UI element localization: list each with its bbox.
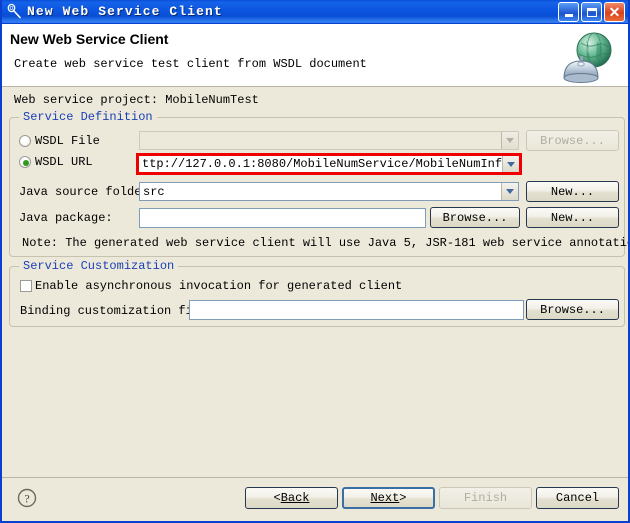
cancel-button[interactable]: Cancel	[536, 487, 619, 509]
back-button-label: Back	[280, 491, 310, 505]
window-controls: ✕	[558, 2, 625, 22]
radio-indicator-wsdl-file	[19, 135, 31, 147]
maximize-icon	[586, 7, 597, 17]
back-button[interactable]: < Back	[245, 487, 338, 509]
service-customization-title: Service Customization	[19, 259, 179, 273]
java-package-input[interactable]	[139, 208, 426, 228]
close-icon: ✕	[608, 4, 621, 20]
wsdl-file-combo[interactable]	[139, 131, 519, 150]
java-package-new-label: New...	[550, 210, 595, 225]
wsdl-file-radio[interactable]: WSDL File	[19, 134, 100, 148]
wizard-icon	[6, 3, 24, 21]
close-button[interactable]: ✕	[604, 2, 625, 22]
java-package-browse-label: Browse...	[442, 210, 508, 225]
wsdl-url-value: ttp://127.0.0.1:8080/MobileNumService/Mo…	[142, 157, 502, 171]
back-button-prefix: <	[273, 491, 281, 505]
chevron-down-icon[interactable]	[501, 183, 518, 200]
next-button[interactable]: Next >	[342, 487, 435, 509]
java-source-folder-value: src	[143, 184, 165, 199]
java-annotations-note: Note: The generated web service client w…	[22, 236, 630, 250]
minimize-icon	[564, 14, 573, 17]
title-bar: New Web Service Client ✕	[2, 0, 628, 24]
window-title: New Web Service Client	[27, 4, 223, 19]
wsdl-url-radio[interactable]: WSDL URL	[19, 155, 93, 169]
finish-button-label: Finish	[463, 491, 508, 505]
help-question-icon[interactable]: ?	[17, 488, 37, 508]
java-source-folder-new-label: New...	[550, 184, 595, 199]
java-source-folder-new-button[interactable]: New...	[526, 181, 619, 202]
next-button-label: Next	[370, 491, 400, 505]
svg-text:?: ?	[24, 492, 29, 506]
java-package-new-button[interactable]: New...	[526, 207, 619, 228]
java-package-label: Java package:	[19, 211, 113, 225]
chevron-down-icon[interactable]	[502, 156, 519, 172]
wsdl-url-combo[interactable]: ttp://127.0.0.1:8080/MobileNumService/Mo…	[136, 153, 522, 175]
finish-button: Finish	[439, 487, 532, 509]
dialog-footer: ? < Back Next > Finish Cancel	[2, 477, 628, 521]
wsdl-file-browse-button: Browse...	[526, 130, 619, 151]
dialog-window: New Web Service Client ✕ New Web Service…	[0, 0, 630, 523]
radio-indicator-wsdl-url	[19, 156, 31, 168]
cancel-button-label: Cancel	[555, 491, 600, 505]
java-source-folder-label: Java source folder:	[19, 185, 156, 199]
binding-customization-browse-label: Browse...	[540, 302, 605, 317]
async-invocation-checkbox[interactable]: Enable asynchronous invocation for gener…	[20, 279, 402, 293]
wsdl-file-radio-label: WSDL File	[35, 134, 100, 148]
minimize-button[interactable]	[558, 2, 579, 22]
binding-customization-file-label: Binding customization file:	[20, 304, 215, 318]
wsdl-url-radio-label: WSDL URL	[35, 155, 93, 169]
wizard-header: New Web Service Client Create web servic…	[2, 24, 628, 87]
wsdl-file-browse-label: Browse...	[540, 133, 605, 148]
page-title: New Web Service Client	[10, 31, 169, 47]
web-service-project-label: Web service project: MobileNumTest	[14, 93, 259, 107]
async-invocation-label: Enable asynchronous invocation for gener…	[35, 279, 403, 293]
java-source-folder-combo[interactable]: src	[139, 182, 519, 201]
globe-antenna-icon	[556, 28, 618, 84]
page-description: Create web service test client from WSDL…	[14, 57, 367, 71]
java-package-browse-button[interactable]: Browse...	[430, 207, 520, 228]
maximize-button[interactable]	[581, 2, 602, 22]
binding-customization-browse-button[interactable]: Browse...	[526, 299, 619, 320]
binding-customization-file-input[interactable]	[189, 300, 524, 320]
checkbox-indicator-async	[20, 280, 32, 292]
next-button-suffix: >	[399, 491, 407, 505]
service-definition-title: Service Definition	[19, 110, 157, 124]
chevron-down-icon[interactable]	[501, 132, 518, 149]
